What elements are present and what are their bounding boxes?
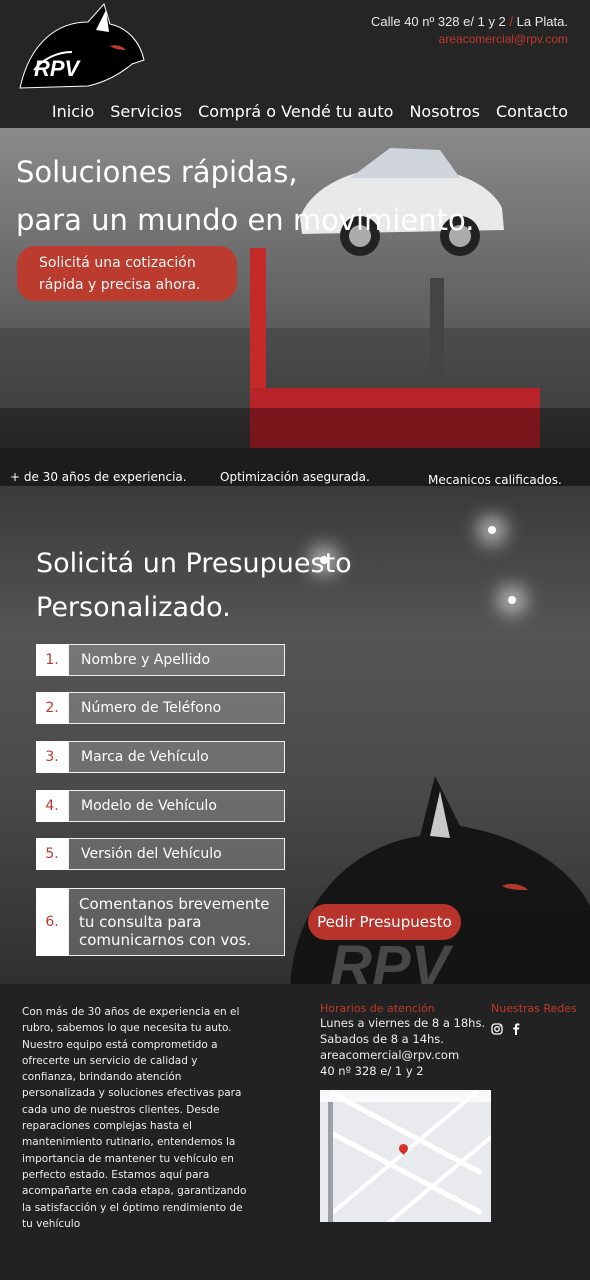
field-telefono[interactable]: 2. Número de Teléfono — [36, 692, 285, 724]
form-title: Solicitá un Presupuesto Personalizado. — [36, 548, 352, 623]
telefono-input[interactable]: Número de Teléfono — [68, 692, 285, 724]
field-version[interactable]: 5. Versión del Vehículo — [36, 838, 285, 870]
panther-wall-graphic: RPV — [290, 776, 590, 984]
field-number: 1. — [36, 644, 68, 676]
nav-inicio[interactable]: Inicio — [52, 102, 94, 121]
ceiling-light — [488, 526, 496, 534]
main-nav: Inicio Servicios Comprá o Vendé tu auto … — [52, 102, 568, 121]
header-address: Calle 40 nº 328 e/ 1 y 2 / La Plata. — [370, 14, 568, 29]
field-nombre[interactable]: 1. Nombre y Apellido — [36, 644, 285, 676]
floor-shadow — [0, 408, 590, 448]
about-text: Con más de 30 años de experiencia en el … — [22, 1006, 247, 1230]
rpv-panther-logo[interactable]: RPV — [10, 2, 150, 98]
marca-input[interactable]: Marca de Vehículo — [68, 741, 285, 773]
hours-block: Horarios de atención Lunes a viernes de … — [320, 1002, 490, 1079]
hours-title: Horarios de atención — [320, 1002, 435, 1015]
nombre-input[interactable]: Nombre y Apellido — [68, 644, 285, 676]
version-input[interactable]: Versión del Vehículo — [68, 838, 285, 870]
nav-nosotros[interactable]: Nosotros — [409, 102, 480, 121]
site-header: RPV Calle 40 nº 328 e/ 1 y 2 / La Plata.… — [0, 0, 590, 128]
site-footer: Con más de 30 años de experiencia en el … — [0, 984, 590, 1280]
hours-saturday: Sabados de 8 a 14hs. — [320, 1032, 444, 1046]
nav-compra-vende[interactable]: Comprá o Vendé tu auto — [198, 102, 393, 121]
field-number: 6. — [36, 888, 68, 956]
feature-optimization: Optimización asegurada. — [220, 470, 370, 484]
hero-section: Soluciones rápidas, para un mundo en movi… — [0, 128, 590, 448]
field-number: 5. — [36, 838, 68, 870]
nav-contacto[interactable]: Contacto — [496, 102, 568, 121]
hours-weekdays: Lunes a viernes de 8 a 18hs. — [320, 1016, 486, 1030]
pedir-presupuesto-button[interactable]: Pedir Presupuesto — [308, 904, 461, 940]
nav-servicios[interactable]: Servicios — [110, 102, 182, 121]
field-number: 3. — [36, 741, 68, 773]
consulta-textarea[interactable]: Comentanos brevemente tu consulta para com… — [68, 888, 285, 956]
header-email[interactable]: areacomercial@rpv.com — [371, 32, 568, 46]
field-number: 2. — [36, 692, 68, 724]
location-map[interactable] — [320, 1090, 491, 1222]
map-highway — [328, 1102, 333, 1222]
instagram-icon[interactable] — [491, 1023, 503, 1035]
map-road — [328, 1130, 483, 1215]
field-consulta[interactable]: 6. Comentanos brevemente tu consulta para… — [36, 888, 285, 956]
footer-email[interactable]: areacomercial@rpv.com — [320, 1047, 490, 1063]
ceiling-light — [508, 596, 516, 604]
footer-address: 40 nº 328 e/ 1 y 2 — [320, 1064, 424, 1078]
panther-logo-text: RPV — [330, 934, 454, 984]
social-title: Nuestras Redes — [491, 1002, 577, 1015]
field-marca[interactable]: 3. Marca de Vehículo — [36, 741, 285, 773]
modelo-input[interactable]: Modelo de Vehículo — [68, 790, 285, 822]
header-contact: Calle 40 nº 328 e/ 1 y 2 / La Plata. are… — [371, 14, 568, 46]
hero-title: Soluciones rápidas, para un mundo en movi… — [16, 155, 475, 237]
feature-mechanics: Mecanicos calificados. — [428, 473, 562, 487]
logo-text: RPV — [34, 56, 82, 81]
quote-form-section: RPV Solicitá un Presupuesto Personalizado… — [0, 486, 590, 984]
feature-experience: + de 30 años de experiencia. — [10, 470, 187, 484]
social-block: Nuestras Redes — [491, 1002, 577, 1035]
features-strip: + de 30 años de experiencia. Optimizació… — [0, 448, 590, 487]
quote-cta-button[interactable]: Solicitá una cotización rápida y precisa … — [17, 246, 237, 301]
facebook-icon[interactable] — [511, 1023, 521, 1035]
field-number: 4. — [36, 790, 68, 822]
field-modelo[interactable]: 4. Modelo de Vehículo — [36, 790, 285, 822]
